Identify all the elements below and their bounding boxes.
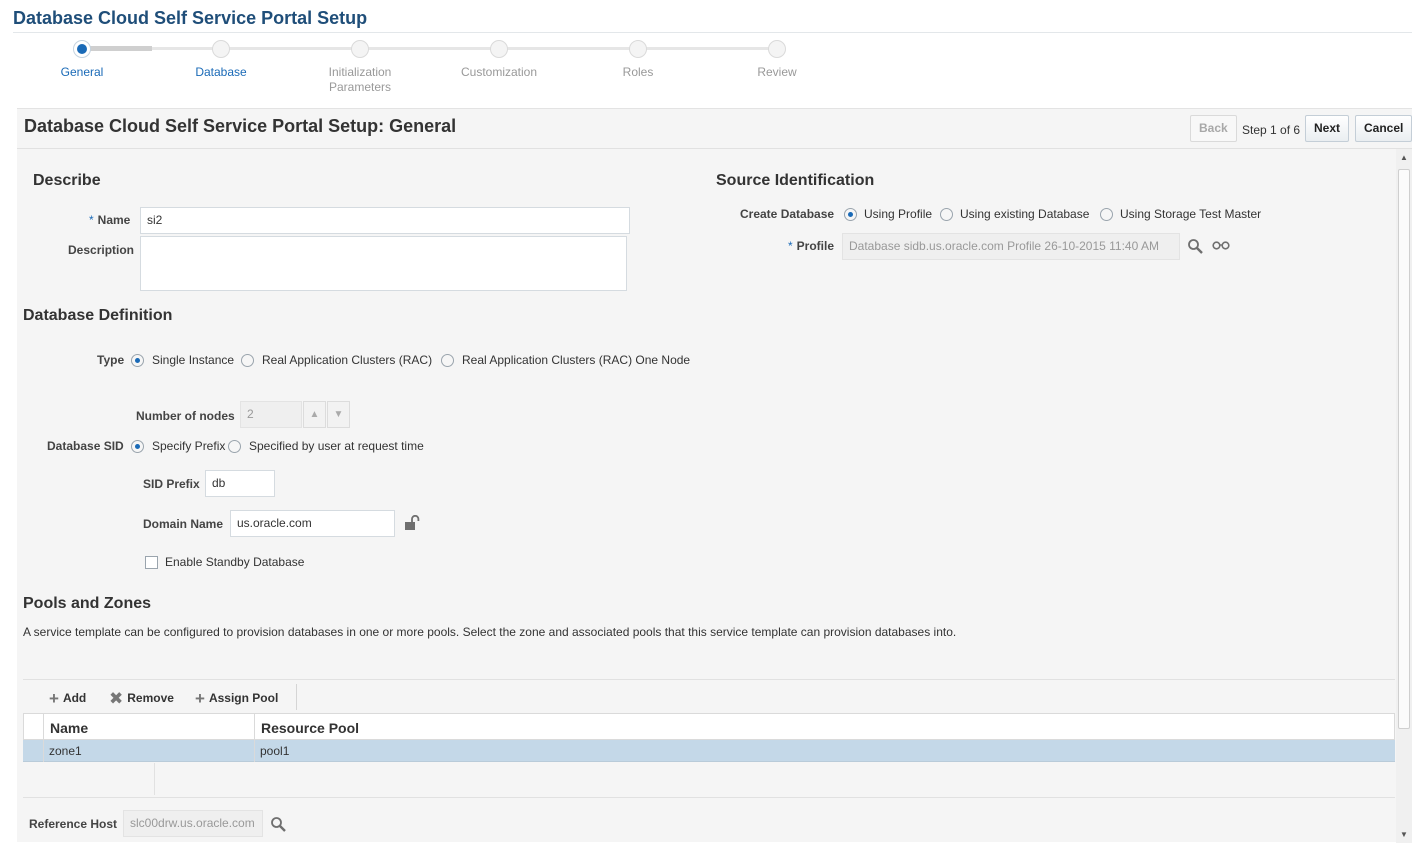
train-stop-customization <box>490 40 508 58</box>
cell-zone-name: zone1 <box>49 744 82 758</box>
cancel-button[interactable]: Cancel <box>1355 115 1413 142</box>
describe-heading: Describe <box>33 172 101 189</box>
sid-prefix-field[interactable]: db <box>205 470 275 497</box>
table-bottom-divider <box>23 797 1395 798</box>
train-label-roles: Roles <box>622 65 654 79</box>
user-specified-radio[interactable] <box>228 440 241 453</box>
train-label-general[interactable]: General <box>32 65 132 80</box>
single-instance-label[interactable]: Single Instance <box>152 353 234 367</box>
train-stop-init-params <box>351 40 369 58</box>
train-stop-roles <box>629 40 647 58</box>
user-specified-label[interactable]: Specified by user at request time <box>249 439 424 453</box>
toolbar-divider <box>296 684 297 710</box>
back-button[interactable]: Back <box>1190 115 1237 142</box>
table-row[interactable]: zone1 pool1 <box>23 740 1395 762</box>
profile-label-text: Profile <box>796 239 835 253</box>
remove-button[interactable]: ✖ Remove <box>109 689 174 709</box>
rac-radio[interactable] <box>241 354 254 367</box>
column-divider <box>154 763 155 795</box>
domain-field[interactable]: us.oracle.com <box>230 510 395 537</box>
train-progress <box>82 46 152 51</box>
nodes-field: 2 <box>240 401 302 428</box>
main-panel: Database Cloud Self Service Portal Setup… <box>17 108 1413 843</box>
train-stop-general[interactable] <box>73 40 91 58</box>
next-button[interactable]: Next <box>1305 115 1350 142</box>
train-label-init-params: Initialization Parameters <box>328 65 392 94</box>
standby-checkbox[interactable] <box>145 556 158 569</box>
page-title: Database Cloud Self Service Portal Setup… <box>24 116 457 136</box>
page-header: Database Cloud Self Service Portal Setup… <box>17 109 1413 149</box>
profile-label: * Profile <box>788 239 835 253</box>
sid-prefix-label: SID Prefix <box>143 477 200 491</box>
add-button[interactable]: + Add <box>49 689 86 709</box>
single-instance-radio[interactable] <box>131 354 144 367</box>
pools-heading: Pools and Zones <box>23 595 152 612</box>
sid-label: Database SID <box>47 439 124 453</box>
scroll-up-arrow[interactable]: ▲ <box>1400 153 1408 162</box>
column-header-resource-pool[interactable]: Resource Pool <box>261 720 359 736</box>
reference-host-field: slc00drw.us.oracle.com <box>123 810 263 837</box>
train-stop-review <box>768 40 786 58</box>
remove-button-label: Remove <box>127 691 174 705</box>
app-title: Database Cloud Self Service Portal Setup <box>13 8 368 28</box>
add-icon: + <box>49 689 59 708</box>
scroll-thumb[interactable] <box>1398 169 1410 729</box>
train-label-customization: Customization <box>460 65 538 79</box>
type-label: Type <box>97 353 125 367</box>
name-label: * Name <box>89 213 131 227</box>
add-button-label: Add <box>62 691 87 705</box>
assign-pool-button[interactable]: + Assign Pool <box>195 689 278 709</box>
remove-icon: ✖ <box>109 689 124 708</box>
pools-description: A service template can be configured to … <box>23 625 957 639</box>
create-database-label: Create Database <box>740 207 835 221</box>
assign-pool-button-label: Assign Pool <box>208 691 279 705</box>
column-divider <box>254 713 255 762</box>
specify-prefix-label[interactable]: Specify Prefix <box>152 439 225 453</box>
using-profile-label[interactable]: Using Profile <box>864 207 932 221</box>
description-label: Description <box>68 243 135 257</box>
step-indicator: Step 1 of 6 <box>1242 123 1301 137</box>
using-storage-master-radio[interactable] <box>1100 208 1113 221</box>
cell-resource-pool: pool1 <box>260 744 290 758</box>
train-track <box>82 47 777 50</box>
assign-icon: + <box>195 689 205 708</box>
specify-prefix-radio[interactable] <box>131 440 144 453</box>
domain-label: Domain Name <box>143 517 224 531</box>
train-stop-database[interactable] <box>212 40 230 58</box>
using-existing-db-radio[interactable] <box>940 208 953 221</box>
reference-host-label: Reference Host <box>29 817 118 831</box>
glasses-icon[interactable] <box>1212 239 1230 251</box>
name-label-text: Name <box>97 213 131 227</box>
column-header-name[interactable]: Name <box>50 720 88 736</box>
rac-one-node-label[interactable]: Real Application Clusters (RAC) One Node <box>462 353 690 367</box>
standby-label[interactable]: Enable Standby Database <box>165 555 304 569</box>
source-heading: Source Identification <box>716 172 875 189</box>
scroll-down-arrow[interactable]: ▼ <box>1400 830 1408 839</box>
train-label-review: Review <box>757 65 797 79</box>
rac-label[interactable]: Real Application Clusters (RAC) <box>262 353 432 367</box>
description-field[interactable] <box>140 236 627 291</box>
using-storage-master-label[interactable]: Using Storage Test Master <box>1120 207 1261 221</box>
title-divider <box>13 32 1412 33</box>
using-existing-db-label[interactable]: Using existing Database <box>960 207 1089 221</box>
name-field[interactable]: si2 <box>140 207 630 234</box>
nodes-label: Number of nodes <box>136 409 235 423</box>
table-header: Name Resource Pool <box>23 713 1395 740</box>
nodes-decrement: ▼ <box>327 401 350 428</box>
nodes-increment: ▲ <box>303 401 326 428</box>
using-profile-radio[interactable] <box>844 208 857 221</box>
train-label-database[interactable]: Database <box>171 65 271 80</box>
column-divider <box>43 713 44 762</box>
search-icon[interactable] <box>1187 238 1204 255</box>
search-icon[interactable] <box>270 816 287 833</box>
rac-one-node-radio[interactable] <box>441 354 454 367</box>
db-definition-heading: Database Definition <box>23 307 173 324</box>
pools-toolbar: + Add ✖ Remove + Assign Pool <box>23 679 1395 713</box>
vertical-scrollbar[interactable]: ▲ ▼ <box>1396 149 1412 843</box>
profile-field: Database sidb.us.oracle.com Profile 26-1… <box>842 233 1180 260</box>
unlock-icon[interactable] <box>404 515 421 531</box>
